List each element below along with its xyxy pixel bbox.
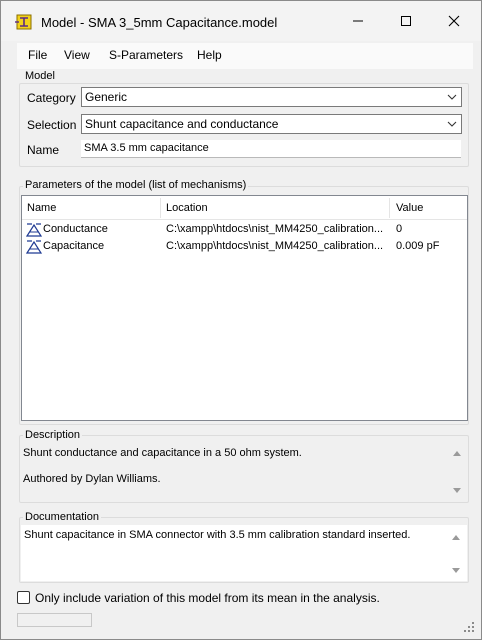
selection-dropdown[interactable]: Shunt capacitance and conductance: [81, 114, 462, 134]
row-value: 0.009 pF: [396, 240, 440, 252]
window-title: Model - SMA 3_5mm Capacitance.model: [41, 15, 278, 30]
close-icon: [448, 15, 460, 27]
row-location: C:\xampp\htdocs\nist_MM4250_calibration.…: [166, 240, 384, 252]
column-separator[interactable]: [160, 198, 161, 218]
documentation-group-title: Documentation: [23, 511, 101, 523]
selection-value: Shunt capacitance and conductance: [85, 117, 279, 131]
mechanism-icon: [26, 240, 42, 254]
menu-s-parameters[interactable]: S-Parameters: [109, 48, 183, 62]
scroll-up-icon[interactable]: [451, 533, 461, 541]
category-label: Category: [27, 91, 76, 105]
menu-help[interactable]: Help: [197, 48, 222, 62]
description-line-1: Shunt conductance and capacitance in a 5…: [23, 447, 302, 459]
category-value: Generic: [85, 90, 128, 104]
chevron-down-icon: [447, 121, 457, 127]
name-label: Name: [27, 143, 60, 157]
list-header: Name Location Value: [22, 196, 467, 220]
model-group-title: Model: [23, 70, 57, 82]
parameters-group-title: Parameters of the model (list of mechani…: [23, 179, 249, 191]
mean-variation-label[interactable]: Only include variation of this model fro…: [35, 591, 380, 605]
selection-label: Selection: [27, 118, 77, 132]
documentation-text[interactable]: Shunt capacitance in SMA connector with …: [21, 525, 467, 581]
minimize-button[interactable]: [335, 1, 381, 41]
minimize-icon: [353, 20, 363, 22]
description-line-2: Authored by Dylan Williams.: [23, 473, 161, 485]
category-dropdown[interactable]: Generic: [81, 87, 462, 107]
column-header-name[interactable]: Name: [27, 202, 56, 214]
mean-variation-checkbox[interactable]: [17, 591, 30, 604]
description-group-title: Description: [23, 429, 83, 441]
model-window: Model - SMA 3_5mm Capacitance.model File…: [0, 0, 482, 640]
menu-view[interactable]: View: [64, 48, 90, 62]
documentation-line-1: Shunt capacitance in SMA connector with …: [24, 529, 411, 541]
list-row[interactable]: Conductance C:\xampp\htdocs\nist_MM4250_…: [22, 221, 467, 238]
description-text[interactable]: Shunt conductance and capacitance in a 5…: [20, 443, 468, 501]
menu-bar: File View S-Parameters Help: [17, 43, 473, 69]
scroll-down-icon[interactable]: [452, 487, 462, 495]
list-row[interactable]: Capacitance C:\xampp\htdocs\nist_MM4250_…: [22, 238, 467, 255]
row-location: C:\xampp\htdocs\nist_MM4250_calibration.…: [166, 223, 384, 235]
close-button[interactable]: [431, 1, 477, 41]
scroll-up-icon[interactable]: [452, 449, 462, 457]
row-value: 0: [396, 223, 403, 235]
scroll-down-icon[interactable]: [451, 567, 461, 575]
mechanisms-list[interactable]: Name Location Value Conductance C:\xampp…: [21, 195, 468, 421]
column-header-value[interactable]: Value: [396, 202, 423, 214]
column-separator[interactable]: [389, 198, 390, 218]
maximize-button[interactable]: [383, 1, 429, 41]
row-name: Capacitance: [43, 240, 105, 252]
menu-file[interactable]: File: [28, 48, 47, 62]
app-icon: [15, 14, 32, 30]
column-header-location[interactable]: Location: [166, 202, 208, 214]
resize-grip-icon[interactable]: [463, 621, 475, 633]
status-bar-panel: [17, 613, 92, 627]
row-name: Conductance: [43, 223, 108, 235]
chevron-down-icon: [447, 94, 457, 100]
maximize-icon: [401, 16, 411, 26]
mechanism-icon: [26, 223, 42, 237]
name-field[interactable]: SMA 3.5 mm capacitance: [81, 140, 461, 158]
title-bar[interactable]: Model - SMA 3_5mm Capacitance.model: [1, 1, 481, 41]
